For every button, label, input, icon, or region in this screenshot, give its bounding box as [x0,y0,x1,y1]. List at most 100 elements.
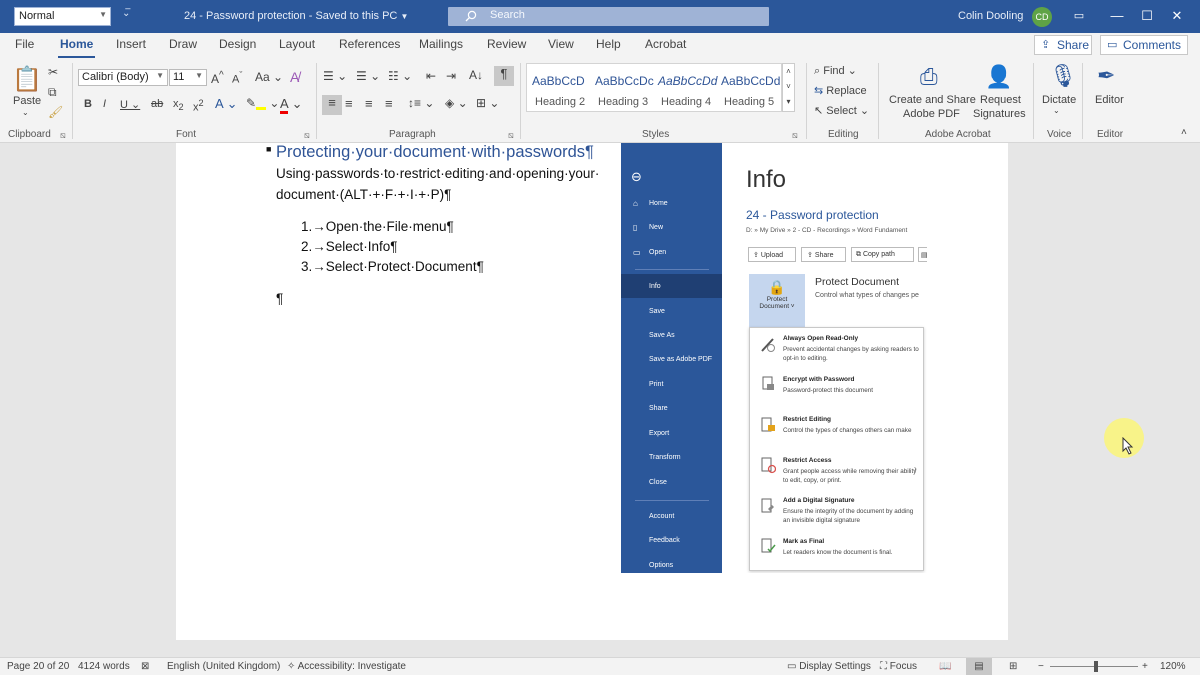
display-settings-button[interactable]: ▭ Display Settings [787,661,871,672]
text-effects-icon[interactable]: A ⌄ [215,96,237,112]
document-heading[interactable]: Protecting·your·document·with·passwords¶ [276,143,594,162]
page-count[interactable]: Page 20 of 20 [7,661,69,672]
tab-review[interactable]: Review [485,37,528,51]
chevron-down-icon[interactable]: ⌄ [22,108,29,117]
zoom-out-icon[interactable]: − [1038,661,1044,672]
tab-home[interactable]: Home [58,37,96,58]
font-size-dropdown[interactable]: 11 ▼ [169,69,207,86]
styles-scroll-icon[interactable]: ˄ ˅ ▾ [782,63,795,112]
find-button[interactable]: ⌕ Find ⌄ [814,64,857,78]
share-button[interactable]: ⇪ Share [1034,35,1092,55]
highlight-icon[interactable]: ✎ ⌄ [246,96,279,110]
borders-icon[interactable]: ⊞ ⌄ [476,96,499,110]
focus-button[interactable]: ⛶ Focus [880,661,917,672]
strikethrough-icon[interactable]: ab [151,98,163,110]
quick-access-customize-icon[interactable]: ⌄̅ [122,8,130,19]
align-center-icon[interactable]: ≡ [345,96,353,111]
create-share-pdf-line2[interactable]: Adobe PDF [903,108,960,120]
tab-insert[interactable]: Insert [114,37,148,51]
show-formatting-marks-icon[interactable]: ¶ [494,66,514,86]
document-paragraph-line1[interactable]: Using·passwords·to·restrict·editing·and·… [276,166,599,181]
bullets-icon[interactable]: ☰ ⌄ [323,69,347,83]
accessibility-status[interactable]: ✧ Accessibility: Investigate [287,661,406,672]
multilevel-list-icon[interactable]: ☷ ⌄ [388,69,412,83]
ribbon-display-options-icon[interactable]: ▭ [1068,6,1090,26]
zoom-level[interactable]: 120% [1160,661,1186,672]
list-item[interactable]: 1.→Open·the·File·menu¶ [301,219,454,234]
print-layout-icon[interactable]: ▤ [966,658,992,675]
decrease-indent-icon[interactable]: ⇤ [426,69,436,83]
editor-pen-icon[interactable]: ✒ [1097,63,1115,89]
style-heading-3-sample[interactable]: AaBbCcDc [595,74,654,88]
request-signatures-line1[interactable]: Request [980,94,1021,106]
tab-design[interactable]: Design [217,37,258,51]
select-button[interactable]: ↖ Select ⌄ [814,104,869,117]
tab-references[interactable]: References [337,37,402,51]
document-paragraph-line2[interactable]: document·(ALT·+·F·+·I·+·P)¶ [276,187,451,202]
line-spacing-icon[interactable]: ↕≡ ⌄ [408,96,434,110]
proofing-icon[interactable]: ⊠ [141,661,149,672]
list-item[interactable]: 3.→Select·Protect·Document¶ [301,259,484,274]
tab-help[interactable]: Help [594,37,623,51]
zoom-in-icon[interactable]: + [1142,661,1148,672]
language-status[interactable]: English (United Kingdom) [167,661,280,672]
grow-font-icon[interactable]: A^ [211,70,224,86]
request-signatures-line2[interactable]: Signatures [973,108,1026,120]
dictate-button[interactable]: Dictate [1042,94,1076,106]
dialog-launcher-icon[interactable]: ⧅ [792,130,798,141]
paste-icon[interactable]: 📋 [12,65,42,94]
shrink-font-icon[interactable]: Aˇ [232,70,242,86]
tab-file[interactable]: File [13,37,36,51]
subscript-icon[interactable]: x2 [173,98,184,112]
styles-gallery[interactable]: AaBbCcD Heading 2 AaBbCcDc Heading 3 AaB… [526,63,782,112]
superscript-icon[interactable]: x2 [193,98,204,114]
editor-button[interactable]: Editor [1095,94,1124,106]
tab-acrobat[interactable]: Acrobat [643,37,688,51]
sort-icon[interactable]: A↓ [469,68,483,82]
font-name-dropdown[interactable]: Calibri (Body) ▼ [78,69,168,86]
embedded-screenshot[interactable]: ⊖ ⌂ Home ▯ New ▭ Open Info Save Save As … [621,143,927,573]
tab-draw[interactable]: Draw [167,37,199,51]
style-selector[interactable]: Normal ▼ [14,7,111,26]
collapse-ribbon-icon[interactable]: ˄ [1181,127,1187,138]
paste-button[interactable]: Paste [13,95,41,107]
document-title[interactable]: 24 - Password protection - Saved to this… [184,10,408,22]
avatar[interactable]: CD [1032,7,1052,27]
list-item[interactable]: 2.→Select·Info¶ [301,239,398,254]
shading-icon[interactable]: ◈ ⌄ [445,96,468,110]
style-heading-4-sample[interactable]: AaBbCcDd [658,74,717,88]
word-count[interactable]: 4124 words [78,661,130,672]
align-right-icon[interactable]: ≡ [365,96,373,111]
microphone-icon[interactable]: 🎙 [1049,63,1077,89]
style-heading-5-sample[interactable]: AaBbCcDd [721,74,780,88]
tab-mailings[interactable]: Mailings [417,37,465,51]
bold-icon[interactable]: B [84,98,92,110]
justify-icon[interactable]: ≡ [385,96,393,111]
cut-icon[interactable]: ✂ [48,65,58,79]
dialog-launcher-icon[interactable]: ⧅ [60,130,66,141]
change-case-icon[interactable]: Aa ⌄ [255,70,283,84]
close-button[interactable]: ✕ [1166,6,1188,26]
web-layout-icon[interactable]: ⊞ [1009,661,1017,672]
format-painter-icon[interactable]: 🖌 [48,105,63,119]
increase-indent-icon[interactable]: ⇥ [446,69,456,83]
replace-button[interactable]: ⇆ Replace [814,84,867,97]
create-share-pdf-line1[interactable]: Create and Share [889,94,976,106]
search-box[interactable]: Search [448,7,769,26]
chevron-down-icon[interactable]: ⌄ [1053,106,1060,115]
style-heading-2-sample[interactable]: AaBbCcD [532,74,585,88]
read-mode-icon[interactable]: 📖 [939,661,951,672]
copy-icon[interactable]: ⧉ [48,85,57,100]
maximize-button[interactable]: ☐ [1136,6,1158,26]
clear-formatting-icon[interactable]: A̸ [290,69,299,85]
tab-view[interactable]: View [546,37,576,51]
numbering-icon[interactable]: ☰ ⌄ [356,69,380,83]
underline-icon[interactable]: U ⌄ [120,98,140,111]
font-color-icon[interactable]: A ⌄ [280,96,302,114]
empty-paragraph-mark[interactable]: ¶ [276,291,283,306]
user-name[interactable]: Colin Dooling [958,10,1023,22]
dialog-launcher-icon[interactable]: ⧅ [508,130,514,141]
comments-button[interactable]: ▭ Comments [1100,35,1188,55]
italic-icon[interactable]: I [103,98,106,110]
tab-layout[interactable]: Layout [277,37,317,51]
